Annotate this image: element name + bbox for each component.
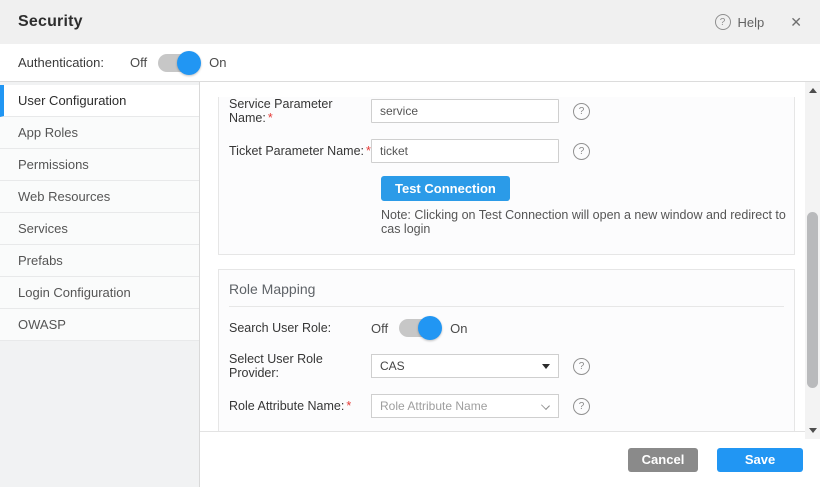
service-parameter-input[interactable]	[371, 99, 559, 123]
search-user-role-toggle[interactable]	[399, 319, 439, 337]
role-attribute-label: Role Attribute Name:*	[229, 399, 371, 413]
chevron-down-icon	[541, 401, 550, 410]
toggle-knob	[418, 316, 442, 340]
divider	[229, 306, 784, 307]
caret-down-icon	[542, 364, 550, 369]
role-attribute-help-icon[interactable]: ?	[573, 398, 590, 415]
sidebar-item-app-roles[interactable]: App Roles	[0, 117, 199, 149]
search-user-role-off-label: Off	[371, 321, 388, 336]
ticket-parameter-label: Ticket Parameter Name:*	[229, 144, 371, 158]
authentication-on-label: On	[209, 55, 226, 70]
scroll-up-icon[interactable]	[809, 88, 817, 93]
footer-actions: Cancel Save	[200, 431, 820, 487]
role-mapping-panel: Role Mapping Search User Role: Off On	[218, 269, 795, 437]
authentication-toggle[interactable]	[158, 54, 198, 72]
scrollbar-thumb[interactable]	[807, 212, 818, 388]
cancel-button[interactable]: Cancel	[628, 448, 698, 472]
vertical-scrollbar[interactable]	[805, 82, 820, 439]
title-bar: Security ? Help ✕	[0, 0, 820, 44]
search-user-role-on-label: On	[450, 321, 467, 336]
sidebar-item-login-configuration[interactable]: Login Configuration	[0, 277, 199, 309]
sidebar-item-services[interactable]: Services	[0, 213, 199, 245]
main-content: Service Parameter Name:* ? Ticket Parame…	[200, 82, 820, 487]
help-button[interactable]: ? Help	[715, 14, 765, 30]
page-title: Security	[18, 13, 83, 31]
help-label: Help	[738, 15, 765, 30]
role-attribute-row: Role Attribute Name:* Role Attribute Nam…	[219, 394, 794, 418]
required-asterisk: *	[268, 111, 273, 125]
authentication-off-label: Off	[130, 55, 147, 70]
help-icon: ?	[715, 14, 731, 30]
close-icon[interactable]: ✕	[790, 14, 802, 31]
toggle-knob	[177, 51, 201, 75]
search-user-role-row: Search User Role: Off On	[219, 319, 794, 337]
sidebar-item-web-resources[interactable]: Web Resources	[0, 181, 199, 213]
role-provider-value: CAS	[380, 359, 405, 373]
test-connection-note: Note: Clicking on Test Connection will o…	[371, 208, 794, 236]
sidebar-item-user-configuration[interactable]: User Configuration	[0, 85, 199, 117]
sidebar-item-owasp[interactable]: OWASP	[0, 309, 199, 341]
save-button[interactable]: Save	[717, 448, 803, 472]
role-provider-select[interactable]: CAS	[371, 354, 559, 378]
sidebar: User Configuration App Roles Permissions…	[0, 82, 200, 487]
role-provider-row: Select User Role Provider: CAS ?	[219, 352, 794, 380]
service-parameter-help-icon[interactable]: ?	[573, 103, 590, 120]
service-parameter-row: Service Parameter Name:* ?	[219, 97, 794, 125]
sidebar-item-prefabs[interactable]: Prefabs	[0, 245, 199, 277]
role-attribute-combobox[interactable]: Role Attribute Name	[371, 394, 559, 418]
authentication-row: Authentication: Off On	[0, 44, 820, 82]
scrollable-form: Service Parameter Name:* ? Ticket Parame…	[200, 82, 820, 432]
required-asterisk: *	[346, 399, 351, 413]
service-parameter-label: Service Parameter Name:*	[229, 97, 371, 125]
test-connection-button[interactable]: Test Connection	[381, 176, 510, 201]
cas-parameters-panel: Service Parameter Name:* ? Ticket Parame…	[218, 97, 795, 255]
sidebar-item-permissions[interactable]: Permissions	[0, 149, 199, 181]
scroll-down-icon[interactable]	[809, 428, 817, 433]
role-provider-label: Select User Role Provider:	[229, 352, 371, 380]
role-provider-help-icon[interactable]: ?	[573, 358, 590, 375]
role-attribute-placeholder: Role Attribute Name	[380, 399, 487, 413]
ticket-parameter-row: Ticket Parameter Name:* ?	[219, 139, 794, 163]
role-mapping-title: Role Mapping	[219, 270, 794, 306]
security-dialog: Security ? Help ✕ Authentication: Off On…	[0, 0, 820, 488]
authentication-label: Authentication:	[18, 55, 104, 70]
ticket-parameter-help-icon[interactable]: ?	[573, 143, 590, 160]
ticket-parameter-input[interactable]	[371, 139, 559, 163]
search-user-role-label: Search User Role:	[229, 321, 371, 335]
